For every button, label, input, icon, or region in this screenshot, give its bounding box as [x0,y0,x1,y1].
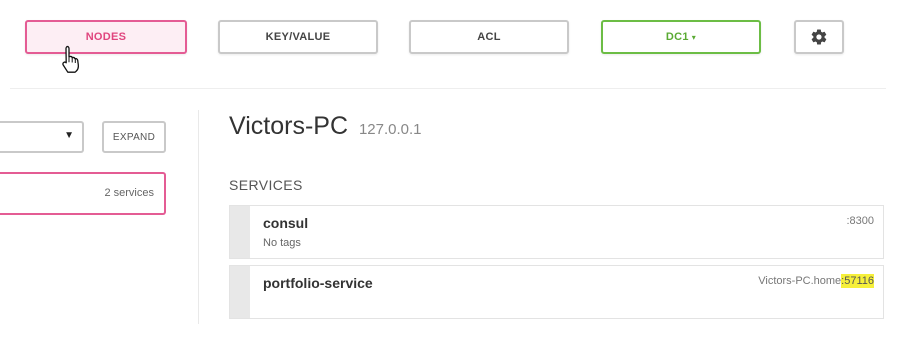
service-port: :8300 [846,215,874,227]
service-port: :57116 [841,274,874,288]
service-name: consul [263,215,309,231]
datacenter-label: DC1 [665,31,689,43]
datacenter-dropdown[interactable]: DC1 ▾ [601,20,761,54]
service-item-consul[interactable]: consul No tags :8300 [229,205,884,259]
dropdown-arrow-icon: ▼ [64,130,74,141]
nav-acl-button[interactable]: ACL [409,20,569,54]
node-filter-select[interactable]: ▼ [0,121,84,153]
nav-keyvalue-button[interactable]: KEY/VALUE [218,20,378,54]
node-service-count: 2 services [104,187,154,199]
expand-button[interactable]: EXPAND [102,121,166,153]
chevron-down-icon: ▾ [691,32,697,42]
node-name: Victors-PC [229,112,349,140]
gear-icon [811,29,827,45]
node-list-item[interactable]: 2 services [0,172,166,215]
service-tags: No tags [263,237,301,249]
service-address: Victors-PC.home:57116 [758,274,874,288]
node-title: Victors-PC 127.0.0.1 [229,112,422,141]
settings-button[interactable] [794,20,844,54]
panel-divider [198,110,199,324]
service-status-strip [230,266,250,318]
nav-nodes-button[interactable]: NODES [25,20,187,54]
service-item-portfolio[interactable]: portfolio-service Victors-PC.home:57116 [229,265,884,319]
hand-cursor-icon [62,45,80,73]
service-status-strip [230,206,250,258]
node-address: 127.0.0.1 [358,121,422,138]
header-divider [10,88,886,89]
service-name: portfolio-service [263,275,373,291]
services-heading: SERVICES [229,177,303,193]
service-host: Victors-PC.home [758,275,842,287]
